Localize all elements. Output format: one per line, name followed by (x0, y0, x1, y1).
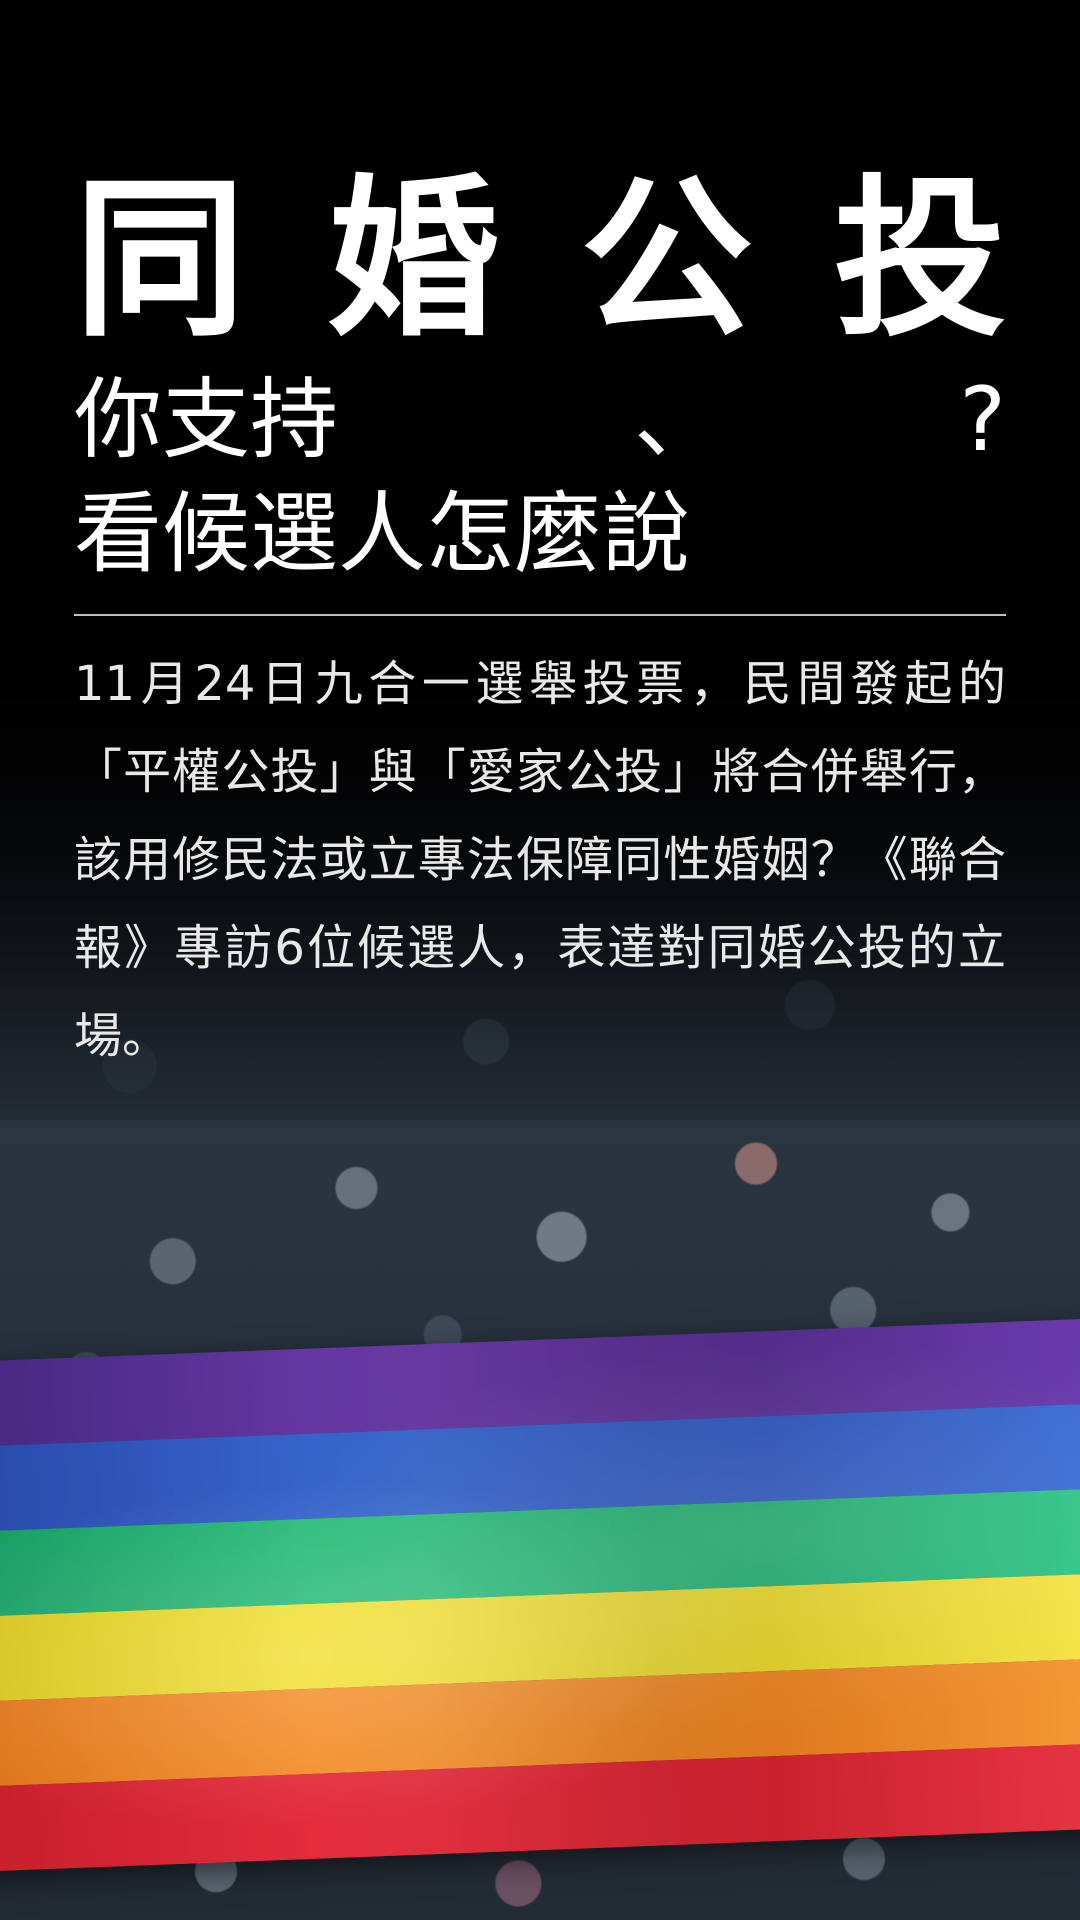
headline-char: 投 (833, 159, 1006, 360)
headline-char: 婚 (327, 159, 500, 360)
lede-paragraph: 11月24日九合一選舉投票，民間發起的「平權公投」與「愛家公投」將合併舉行，該用… (74, 656, 1006, 1064)
rainbow-flag-image (0, 1317, 1080, 1873)
divider (74, 614, 1006, 616)
subtitle-question: 你支持 、 ? (74, 370, 1006, 470)
subtitle-line-2: 看候選人怎麼說 (74, 482, 691, 585)
headline-char: 公 (580, 159, 753, 360)
story-cover: 同 婚 公 投 你支持 、 ? 看候選人怎麼說 11月24日九合一選舉投票，民間… (0, 0, 1080, 1920)
headline: 同 婚 公 投 (74, 170, 1006, 350)
headline-char: 同 (74, 159, 246, 360)
subtitle-part-a: 你支持 (74, 368, 339, 471)
flag-lighting (0, 1317, 1080, 1873)
subtitle-part-c: ? (959, 368, 1006, 471)
subtitle-part-b: 、 (634, 368, 723, 471)
